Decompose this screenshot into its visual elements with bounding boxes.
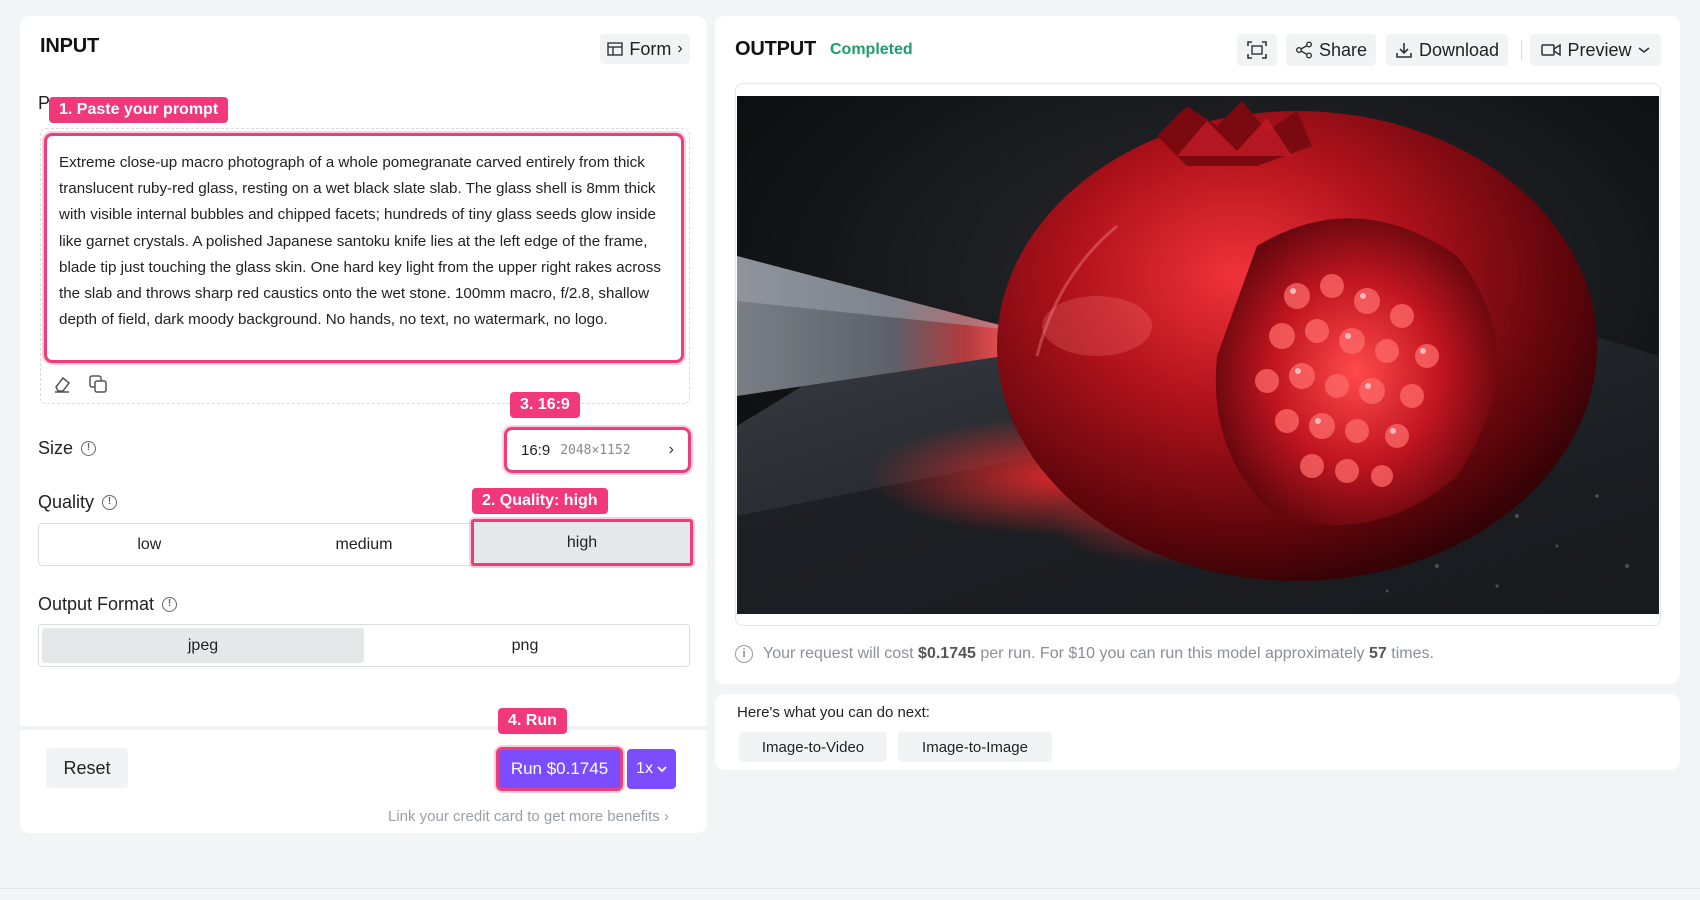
output-image-frame: [735, 83, 1661, 626]
format-label: Output Format: [38, 594, 155, 614]
copy-icon[interactable]: [87, 373, 109, 395]
preview-dropdown[interactable]: Preview: [1530, 34, 1661, 66]
video-camera-icon: [1541, 43, 1562, 57]
download-button[interactable]: Download: [1386, 34, 1508, 66]
pomegranate-image: [737, 96, 1659, 614]
share-icon: [1295, 41, 1312, 59]
chevron-right-icon: ›: [677, 40, 683, 57]
callout-run: 4. Run: [498, 708, 567, 734]
info-icon: i: [735, 645, 753, 663]
share-button[interactable]: Share: [1286, 34, 1376, 66]
next-steps-panel: Here's what you can do next: Image-to-Vi…: [715, 694, 1680, 770]
callout-quality: 2. Quality: high: [472, 488, 608, 514]
next-steps-title: Here's what you can do next:: [737, 704, 930, 721]
preview-label: Preview: [1567, 39, 1632, 60]
toolbar-divider: [1521, 40, 1522, 60]
quality-option-high[interactable]: high: [471, 519, 693, 566]
fullscreen-button[interactable]: [1237, 34, 1277, 66]
cost-middle: per run. For $10 you can run this model …: [980, 645, 1365, 662]
chevron-right-icon: ›: [663, 808, 669, 825]
eraser-icon[interactable]: [51, 373, 73, 395]
form-button-label: Form: [629, 38, 672, 59]
info-icon: !: [162, 597, 178, 612]
quality-label: Quality: [38, 492, 95, 512]
format-option-png[interactable]: png: [364, 628, 686, 663]
credit-card-link[interactable]: Link your credit card to get more benefi…: [388, 808, 669, 825]
footer-divider: [20, 726, 707, 730]
bottom-divider: [0, 888, 1700, 889]
credit-card-link-label: Link your credit card to get more benefi…: [388, 808, 660, 825]
run-multiplier-label: 1x: [636, 760, 653, 777]
fullscreen-icon: [1247, 41, 1267, 59]
output-panel: OUTPUT Completed Share Download Preview: [715, 16, 1680, 684]
format-option-jpeg[interactable]: jpeg: [42, 628, 364, 663]
size-label-row: Size !: [38, 438, 97, 459]
share-label: Share: [1318, 39, 1368, 60]
reset-button[interactable]: Reset: [46, 748, 128, 788]
size-ratio: 16:9: [521, 441, 551, 459]
run-multiplier-dropdown[interactable]: 1x: [627, 749, 676, 789]
quality-label-row: Quality !: [38, 492, 118, 513]
quality-option-low[interactable]: low: [42, 527, 257, 562]
input-panel: INPUT Form › P Extreme close-up macro ph…: [20, 16, 707, 833]
input-title: INPUT: [40, 35, 100, 57]
callout-size: 3. 16:9: [510, 392, 580, 418]
table-icon: [607, 42, 624, 56]
info-icon: !: [102, 495, 118, 510]
cost-info: i Your request will cost $0.1745 per run…: [735, 645, 1434, 663]
callout-paste-prompt: 1. Paste your prompt: [49, 97, 229, 123]
form-button[interactable]: Form ›: [600, 34, 690, 64]
image-to-video-button[interactable]: Image-to-Video: [739, 732, 887, 762]
download-label: Download: [1418, 39, 1500, 60]
size-label: Size: [38, 438, 74, 458]
info-icon: !: [81, 441, 97, 456]
format-label-row: Output Format !: [38, 594, 178, 615]
size-select[interactable]: 16:9 2048×1152 ›: [504, 427, 691, 473]
cost-value: $0.1745: [918, 645, 976, 662]
status-badge: Completed: [830, 41, 913, 58]
download-icon: [1396, 43, 1412, 58]
chevron-right-icon: ›: [668, 441, 674, 458]
cost-text: Your request will cost $0.1745 per run. …: [763, 645, 1434, 663]
chevron-down-icon: [1638, 47, 1650, 54]
cost-prefix: Your request will cost: [763, 645, 914, 662]
cost-count: 57: [1369, 645, 1387, 662]
prompt-textarea[interactable]: Extreme close-up macro photograph of a w…: [44, 133, 684, 363]
output-image[interactable]: [737, 96, 1659, 614]
quality-option-medium[interactable]: medium: [257, 527, 472, 562]
chevron-down-icon: [657, 766, 667, 773]
size-dims: 2048×1152: [560, 442, 631, 458]
output-title: OUTPUT: [735, 38, 817, 60]
run-button[interactable]: Run $0.1745: [496, 747, 623, 791]
format-segmented-control: jpeg png: [38, 624, 690, 667]
image-to-image-button[interactable]: Image-to-Image: [898, 732, 1052, 762]
cost-suffix: times.: [1391, 645, 1434, 662]
